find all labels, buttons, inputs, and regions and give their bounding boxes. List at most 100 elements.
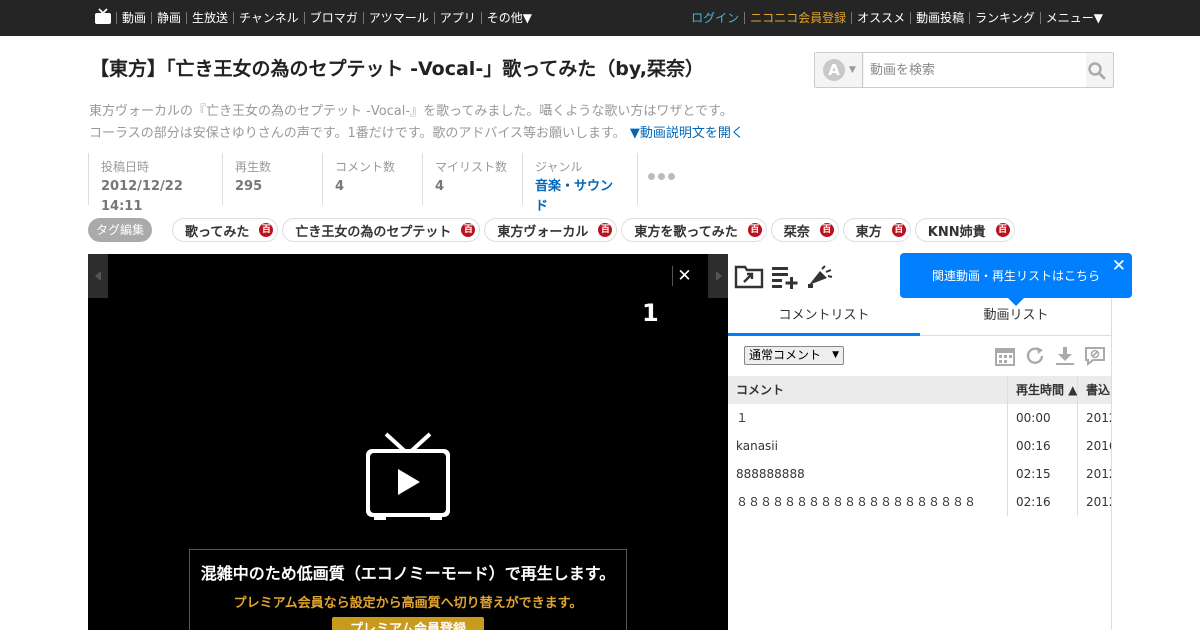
nav-live[interactable]: 生放送 (186, 12, 233, 24)
dictionary-icon[interactable]: 百 (891, 223, 906, 237)
tag-item[interactable]: 東方ヴォーカル百 (484, 218, 618, 242)
comment-date: 2012 (1086, 411, 1111, 425)
play-tv-icon[interactable] (366, 432, 450, 522)
stat-views-label: 再生数 (235, 160, 272, 174)
column-written-date[interactable]: 書込日時 (1086, 376, 1111, 404)
add-playlist-icon[interactable] (770, 263, 800, 289)
panel-tabs: コメントリスト 動画リスト (728, 298, 1111, 336)
stat-comments-value: 4 (335, 179, 345, 194)
ng-comment-icon[interactable] (1084, 346, 1106, 366)
nav-channel[interactable]: チャンネル (233, 12, 304, 24)
tag-label: KNN姉貴 (927, 224, 986, 240)
player-prev-control[interactable] (88, 254, 108, 298)
nav-blomaga[interactable]: ブロマガ (303, 12, 363, 24)
dictionary-icon[interactable]: 百 (598, 223, 613, 237)
stat-genre-link[interactable]: 音楽・サウンド (535, 177, 625, 217)
comment-text: ８８８８８８８８８８８８８８８８８８８８ (736, 495, 977, 509)
comment-date: 2012 (1086, 467, 1111, 481)
side-panel: コメントリスト 動画リスト 通常コメント ▼ コメント 再生時間 ▲ 書込日時 (728, 254, 1112, 630)
tag-label: 歌ってみた (185, 224, 250, 240)
description-line-2-text: コーラスの部分は安保さゆりさんの声です。1番だけです。歌のアドバイス等お願いしま… (89, 126, 626, 141)
tag-label: 亡き王女の為のセプテット (295, 224, 452, 240)
column-comment[interactable]: コメント (736, 376, 784, 404)
tag-item[interactable]: 東方百 (842, 218, 911, 242)
comment-tools (994, 346, 1106, 366)
nav-atsumaru[interactable]: アツマール (362, 12, 434, 24)
tag-item[interactable]: KNN姉貴百 (914, 218, 1015, 242)
stat-posted: 投稿日時 2012/12/22 14:11 (88, 153, 222, 214)
caret-down-icon: ▼ (832, 350, 839, 360)
nav-other-dropdown[interactable]: その他▼ (480, 12, 537, 24)
tag-item[interactable]: 栞奈百 (770, 218, 839, 242)
tag-label: 東方を歌ってみた (634, 224, 738, 240)
search-icon[interactable] (1087, 61, 1107, 81)
stat-genre-label: ジャンル (535, 160, 583, 174)
more-options-icon[interactable] (648, 173, 675, 180)
niconico-tv-logo-icon[interactable] (94, 8, 112, 26)
tab-comment-list[interactable]: コメントリスト (728, 298, 920, 336)
nav-ranking[interactable]: ランキング (969, 12, 1040, 24)
search-type-selector[interactable]: A ▼ (815, 53, 863, 87)
nav-video[interactable]: 動画 (116, 12, 151, 24)
open-description-link[interactable]: ▼動画説明文を開く (630, 126, 744, 141)
premium-register-button[interactable]: プレミアム会員登録 (332, 617, 484, 630)
comment-date: 2012 (1086, 495, 1111, 509)
login-link[interactable]: ログイン (686, 12, 744, 24)
comment-text: １ (736, 411, 749, 425)
caret-down-icon: ▼ (849, 65, 856, 75)
tag-list: 歌ってみた百 亡き王女の為のセプテット百 東方ヴォーカル百 東方を歌ってみた百 … (172, 218, 1015, 242)
dictionary-icon[interactable]: 百 (747, 223, 762, 237)
folder-jump-icon[interactable] (734, 263, 764, 289)
player-next-control[interactable] (708, 254, 728, 298)
comment-text: kanasii (736, 439, 778, 453)
nav-app[interactable]: アプリ (433, 12, 481, 24)
search-input[interactable] (864, 53, 1086, 87)
video-player[interactable]: ✕ 1 混雑中のため低画質（エコノミーモード）で再生します。 プレミアム会員なら… (88, 254, 728, 630)
description-line-2: コーラスの部分は安保さゆりさんの声です。1番だけです。歌のアドバイス等お願いしま… (89, 123, 849, 145)
stat-mylist-value: 4 (435, 179, 445, 194)
comment-time: 02:15 (1016, 467, 1051, 481)
nav-seiga[interactable]: 静画 (151, 12, 186, 24)
dictionary-icon[interactable]: 百 (461, 223, 476, 237)
stat-mylist: マイリスト数 4 (422, 153, 522, 205)
overlay-comment: 1 (642, 299, 659, 327)
close-icon[interactable]: ✕ (1112, 256, 1126, 276)
tag-label: 東方 (855, 224, 882, 240)
related-videos-tooltip: 関連動画・再生リストはこちら ✕ (900, 253, 1132, 306)
description-line-1: 東方ヴォーカルの『亡き王女の為のセプテット -Vocal-』を歌ってみました。囁… (89, 104, 733, 119)
table-row[interactable]: １ 00:00 2012 (728, 404, 1111, 432)
dictionary-icon[interactable]: 百 (995, 223, 1010, 237)
comment-table-body: １ 00:00 2012 kanasii 00:16 2016 88888888… (728, 404, 1111, 516)
auto-scroll-icon[interactable] (1054, 346, 1076, 366)
comment-text: 888888888 (736, 467, 805, 481)
tag-item[interactable]: 歌ってみた百 (172, 218, 279, 242)
tag-item[interactable]: 亡き王女の為のセプテット百 (282, 218, 481, 242)
tag-label: 栞奈 (783, 224, 810, 240)
column-play-time[interactable]: 再生時間 ▲ (1016, 376, 1077, 404)
table-row[interactable]: 888888888 02:15 2012 (728, 460, 1111, 488)
announce-megaphone-icon[interactable] (806, 263, 836, 289)
nav-recommend[interactable]: オススメ (851, 12, 910, 24)
economy-message: 混雑中のため低画質（エコノミーモード）で再生します。 (200, 564, 616, 583)
nav-upload[interactable]: 動画投稿 (910, 12, 969, 24)
reload-icon[interactable] (1024, 346, 1046, 366)
table-row[interactable]: ８８８８８８８８８８８８８８８８８８８８ 02:16 2012 (728, 488, 1111, 516)
calendar-icon[interactable] (994, 346, 1016, 366)
tag-edit-button[interactable]: タグ編集 (88, 218, 153, 242)
player-close-button[interactable]: ✕ (672, 266, 696, 286)
chevron-left-icon (95, 271, 101, 281)
video-search: A ▼ (814, 52, 1114, 88)
premium-register-link[interactable]: ニコニコ会員登録 (744, 12, 851, 24)
tooltip-text: 関連動画・再生リストはこちら (932, 269, 1101, 283)
nav-menu-dropdown[interactable]: メニュー▼ (1039, 12, 1108, 24)
video-title: 【東方】「亡き王女の為のセプテット -Vocal-」歌ってみた（by,栞奈） (90, 58, 704, 80)
dictionary-icon[interactable]: 百 (259, 223, 274, 237)
comment-time: 00:16 (1016, 439, 1051, 453)
table-row[interactable]: kanasii 00:16 2016 (728, 432, 1111, 460)
tooltip-arrow (1007, 297, 1025, 306)
tag-item[interactable]: 東方を歌ってみた百 (621, 218, 767, 242)
dictionary-icon[interactable]: 百 (819, 223, 834, 237)
chevron-right-icon (716, 271, 722, 281)
stat-posted-label: 投稿日時 (101, 160, 150, 174)
comment-type-select[interactable]: 通常コメント ▼ (744, 346, 844, 365)
